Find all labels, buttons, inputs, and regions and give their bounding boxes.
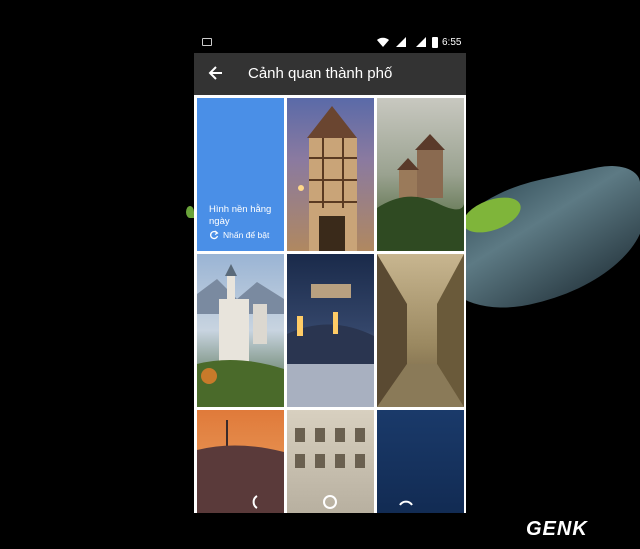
battery-icon: [432, 37, 438, 48]
neuschwanstein-image: [197, 264, 284, 407]
recents-nav-icon[interactable]: [396, 492, 416, 512]
background-leaf-small: [186, 206, 194, 218]
signal-icon-2: [416, 37, 426, 47]
daily-wallpaper-action-label: Nhấn để bật: [223, 230, 270, 240]
app-bar: Cảnh quan thành phố: [194, 53, 466, 95]
back-nav-icon[interactable]: [244, 492, 264, 512]
status-time: 6:55: [442, 37, 462, 48]
navigation-bar: [194, 484, 466, 520]
signal-icon: [396, 37, 406, 47]
watermark-logo: GENK: [526, 518, 588, 540]
daily-wallpaper-tile[interactable]: Hình nền hằng ngày Nhấn để bật: [197, 98, 284, 251]
wallpaper-tile-castle-hill[interactable]: [377, 98, 464, 251]
wallpaper-tile-cobblestone-street[interactable]: [377, 254, 464, 407]
image-notification-icon: [202, 38, 212, 46]
wallpaper-tile-half-timbered-house[interactable]: [287, 98, 374, 251]
daily-wallpaper-action: Nhấn để bật: [209, 230, 269, 240]
refresh-icon: [210, 230, 219, 240]
status-bar: 6:55: [194, 33, 466, 53]
page-title: Cảnh quan thành phố: [248, 65, 393, 82]
wallpaper-tile-neuschwanstein[interactable]: [197, 254, 284, 407]
phone-screen: 6:55 Cảnh quan thành phố Hình nền hằng n…: [194, 33, 466, 513]
wallpaper-grid: Hình nền hằng ngày Nhấn để bật: [194, 95, 466, 513]
street-image: [377, 254, 464, 407]
house-image: [298, 106, 357, 251]
home-nav-icon[interactable]: [320, 492, 340, 512]
castle-image: [377, 134, 464, 251]
daily-wallpaper-title: Hình nền hằng ngày: [209, 204, 272, 227]
wifi-icon: [377, 37, 389, 47]
salzburg-image: [287, 284, 374, 407]
arrow-back-icon[interactable]: [206, 63, 226, 83]
wallpaper-tile-salzburg-night[interactable]: [287, 254, 374, 407]
